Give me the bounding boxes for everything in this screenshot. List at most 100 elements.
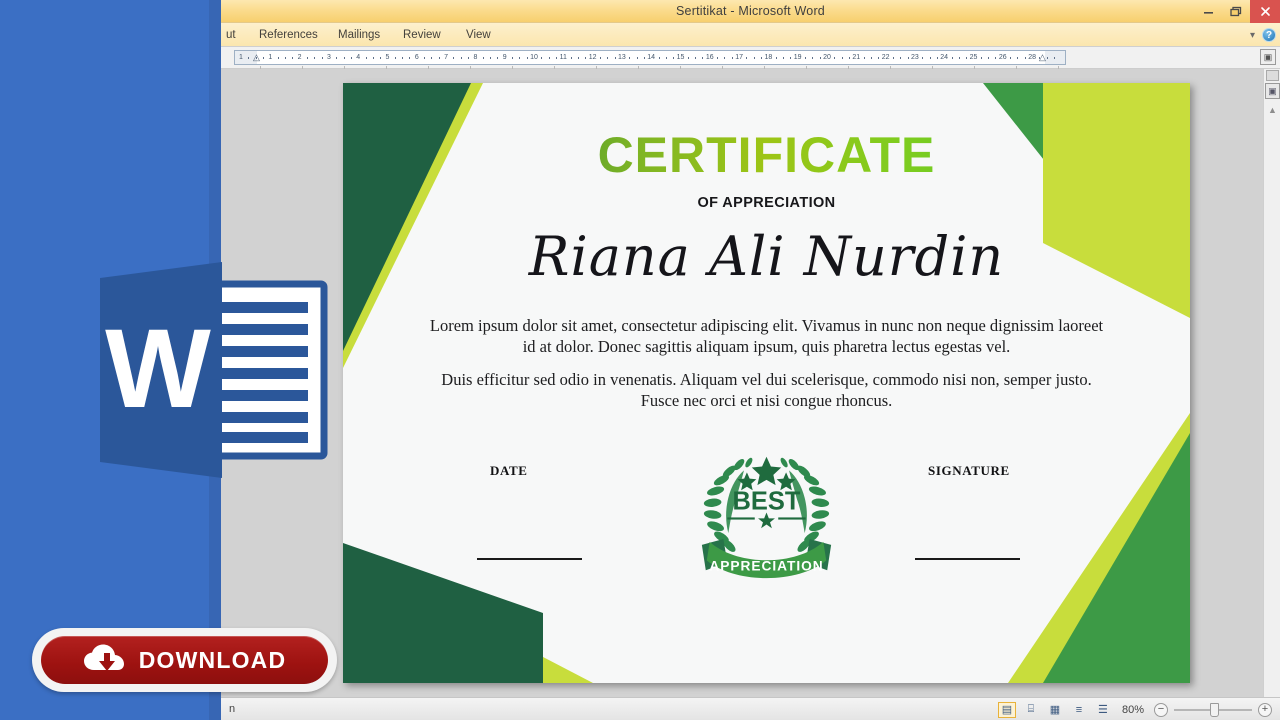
ruler-tick [519,57,521,59]
ruler-number: 14 [647,54,656,61]
ruler-tick [702,57,704,59]
ruler-tick [599,57,601,59]
minimize-button[interactable] [1194,0,1222,23]
scroll-up-arrow-icon[interactable]: ▲ [1268,105,1277,115]
ruler-tick [790,57,792,59]
horizontal-ruler[interactable]: 1 1 2 3 4 5 6 7 8 9 10 11 12 13 14 15 16 17 18 19 20 21 22 23 24… [234,50,1066,65]
ruler-tick [424,57,426,59]
best-appreciation-seal-icon: BEST APPRECIATION [701,456,832,579]
ruler-number: 16 [705,54,714,61]
ruler-tick [490,57,492,59]
chevron-down-icon[interactable]: ▾ [1250,30,1255,41]
certificate-paragraph-1: Lorem ipsum dolor sit amet, consectetur … [429,316,1104,357]
ruler-number: 17 [735,54,743,61]
seal-ribbon-text: APPRECIATION [709,558,823,573]
right-indent-marker[interactable]: △ [1039,52,1046,63]
tab-mailings[interactable]: Mailings [338,23,380,47]
ruler-tick [497,57,499,59]
document-canvas: CERTIFICATE OF APPRECIATION Riana Ali Nu… [221,69,1280,697]
ruler-tick [372,57,374,59]
read-mode-view-button[interactable]: ⌸ [1022,702,1040,718]
tab-review[interactable]: Review [403,23,441,47]
tab-references[interactable]: References [259,23,318,47]
outline-view-button[interactable]: ≡ [1070,702,1088,718]
close-button[interactable] [1250,0,1280,23]
ruler-tick [409,57,411,59]
ruler-tick [819,57,821,59]
ruler-tick [438,57,440,59]
ruler-number: 12 [588,54,597,61]
ruler-number: 28 [1028,54,1036,61]
ruler-tick [380,57,382,59]
ruler-number: 18 [764,54,773,61]
ruler-tick [900,57,902,59]
ruler-tick [848,57,850,59]
restore-button[interactable] [1222,0,1250,23]
title-bar: Sertitikat - Microsoft Word [221,0,1280,23]
ruler-tick [614,57,616,59]
status-bar-right: ▤ ⌸ ▦ ≡ ☰ 80% − + [997,698,1272,720]
ruler-tick [753,57,755,59]
zoom-slider-handle[interactable] [1210,702,1219,717]
ruler-tick [460,57,462,59]
ruler-tick [922,57,924,59]
ruler-tick [431,57,433,59]
ruler-tick [585,57,587,59]
draft-view-button[interactable]: ☰ [1094,702,1112,718]
tab-view[interactable]: View [466,23,491,47]
ruler-tick [805,57,807,59]
ruler-tick [577,57,579,59]
ruler-tick [665,57,667,59]
download-label: DOWNLOAD [138,646,287,673]
window-title: Sertitikat - Microsoft Word [676,4,825,18]
vertical-scrollbar[interactable]: ▣ ▲ [1263,69,1280,697]
signature-signature-line [915,558,1020,560]
ruler-number: 5 [385,54,390,61]
ruler-tick [980,57,982,59]
certificate-title: CERTIFICATE [343,126,1190,184]
ruler-tick [870,57,872,59]
status-bar: n ▤ ⌸ ▦ ≡ ☰ 80% − + [221,697,1280,720]
select-browse-object-icon[interactable]: ▣ [1265,83,1280,99]
left-indent-marker[interactable]: △ [253,52,260,63]
ruler-number: 6 [414,54,419,61]
ruler-tick [636,57,638,59]
ruler-tick [643,57,645,59]
ruler-tick [936,57,938,59]
ruler-tick [966,57,968,59]
ruler-tick [687,57,689,59]
ruler-tick [321,57,323,59]
ruler-tick [365,57,367,59]
tab-layout[interactable]: ut [226,23,236,47]
ruler-tick [958,57,960,59]
ruler-tick [1010,57,1012,59]
document-side-icon[interactable]: ▣ [1260,49,1276,65]
scrollbar-thumb[interactable] [1266,70,1279,81]
zoom-level-label[interactable]: 80% [1122,704,1144,716]
web-layout-view-button[interactable]: ▦ [1046,702,1064,718]
ruler-tick [783,57,785,59]
ruler-tick [343,57,345,59]
zoom-out-button[interactable]: − [1154,702,1168,717]
ruler-tick [629,57,631,59]
ruler-tick [350,57,352,59]
ruler-tick [482,57,484,59]
help-icon[interactable]: ? [1262,28,1276,42]
cloud-download-icon [83,644,124,671]
ruler-tick [314,57,316,59]
ruler-number: 22 [881,54,890,61]
ruler-tick [402,57,404,59]
download-button[interactable]: DOWNLOAD [32,628,337,692]
ruler-number: 8 [473,54,478,61]
ruler-tick [929,57,931,59]
date-label: DATE [490,463,528,478]
ruler-number: 25 [969,54,978,61]
ruler-tick [951,57,953,59]
ruler-tick [248,57,250,59]
ruler-tick [841,57,843,59]
download-button-inner[interactable]: DOWNLOAD [41,636,328,684]
seal-best-text: BEST [733,488,801,516]
zoom-slider[interactable] [1174,702,1252,717]
print-layout-view-button[interactable]: ▤ [997,701,1016,718]
zoom-in-button[interactable]: + [1258,702,1272,717]
